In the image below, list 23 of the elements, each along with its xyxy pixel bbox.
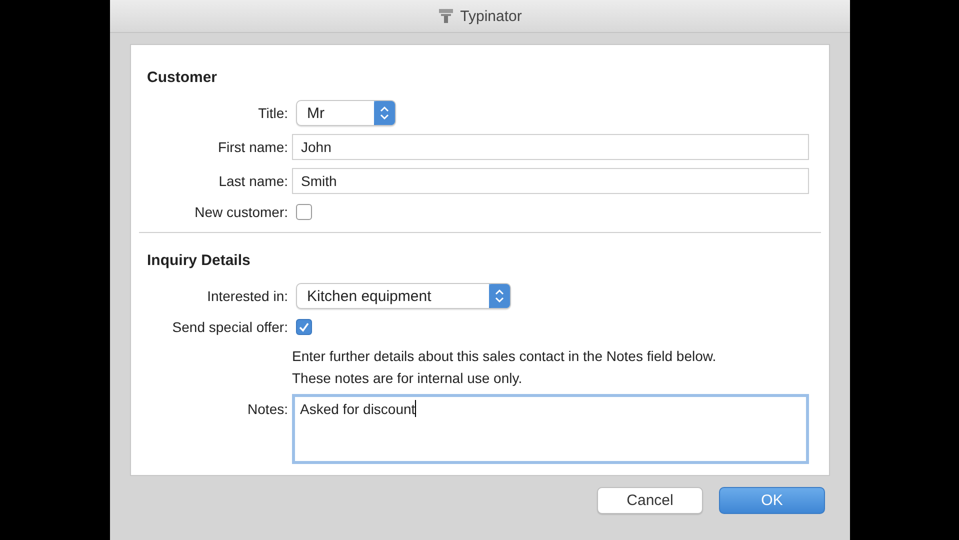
cancel-button[interactable]: Cancel (597, 487, 703, 514)
notes-field[interactable]: Asked for discount (292, 394, 809, 464)
field-label: Interested in: (206, 288, 288, 304)
popup-button[interactable]: Mr (296, 100, 396, 126)
stepper-icon (489, 284, 510, 308)
field-label: Notes: (246, 401, 288, 417)
section-heading: Inquiry Details (147, 252, 252, 270)
field-label: Title: (257, 105, 288, 121)
help-text: These notes are for internal use only. (292, 369, 524, 388)
field-label: First name: (216, 139, 288, 155)
field-label: Last name: (218, 173, 288, 189)
window-title: Typinator (460, 8, 522, 24)
checkbox[interactable] (296, 204, 312, 220)
field-label: Send special offer: (171, 319, 288, 335)
app-icon (438, 8, 454, 24)
section-heading: Customer (147, 69, 218, 87)
text-field[interactable]: John (292, 134, 809, 160)
stepper-icon (374, 101, 395, 125)
field-label: New customer: (194, 204, 288, 220)
popup-button[interactable]: Kitchen equipment (296, 283, 511, 309)
help-text: Enter further details about this sales contact in the Notes field below. (292, 347, 718, 366)
checkbox[interactable] (296, 319, 312, 335)
text-field[interactable]: Smith (292, 168, 809, 194)
